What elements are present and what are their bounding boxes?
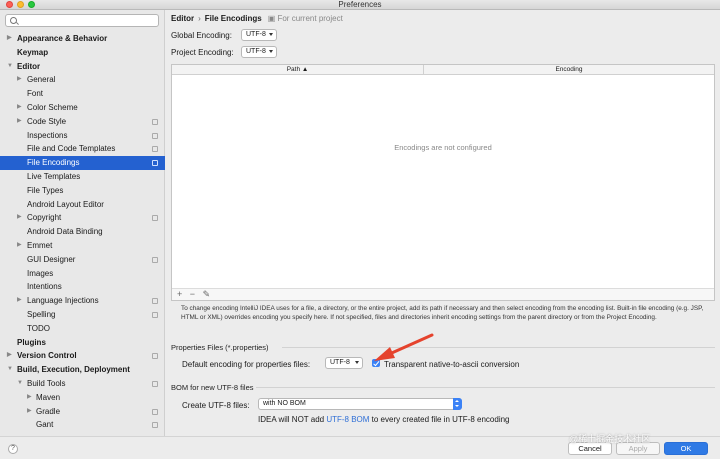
sidebar-item-build-execution-deployment[interactable]: ▼ Build, Execution, Deployment xyxy=(0,363,165,377)
sidebar-item-color-scheme[interactable]: ▶ Color Scheme xyxy=(0,101,165,115)
file-encodings-panel: Editor › File Encodings ▣ For current proje… xyxy=(166,10,720,436)
project-scope-icon xyxy=(152,160,158,167)
sidebar-item-label: Editor xyxy=(17,61,41,71)
expand-right-icon[interactable]: ▶ xyxy=(17,211,22,225)
sidebar-item-label: Android Layout Editor xyxy=(27,199,104,209)
sidebar-item-label: Live Templates xyxy=(27,171,81,181)
sidebar-item-label: Maven xyxy=(36,392,61,402)
sidebar-item-label: File Types xyxy=(27,185,64,195)
sidebar-item-copyright[interactable]: ▶ Copyright xyxy=(0,211,165,225)
expand-right-icon[interactable]: ▶ xyxy=(7,32,12,46)
project-scope-icon xyxy=(152,298,158,305)
sidebar-item-appearance-behavior[interactable]: ▶ Appearance & Behavior xyxy=(0,32,165,46)
sidebar-item-label: GUI Designer xyxy=(27,254,76,264)
sidebar-item-language-injections[interactable]: ▶ Language Injections xyxy=(0,294,165,308)
sidebar-item-font[interactable]: Font xyxy=(0,87,165,101)
search-input[interactable] xyxy=(20,15,156,26)
sidebar-item-label: Gant xyxy=(36,420,54,430)
window-title: Preferences xyxy=(338,0,382,9)
sidebar-item-maven[interactable]: ▶ Maven xyxy=(0,391,165,405)
project-scope-icon xyxy=(152,132,158,139)
expand-right-icon[interactable]: ▶ xyxy=(17,115,22,129)
project-scope-icon xyxy=(152,146,158,153)
sidebar-item-label: Code Style xyxy=(27,116,67,126)
sidebar-item-label: Build Tools xyxy=(27,378,66,388)
sidebar-item-file-types[interactable]: File Types xyxy=(0,184,165,198)
search-icon xyxy=(10,17,17,24)
sidebar-item-live-templates[interactable]: Live Templates xyxy=(0,170,165,184)
sidebar-item-label: Gradle xyxy=(36,406,61,416)
sidebar-item-label: File and Code Templates xyxy=(27,144,116,154)
sidebar-item-gradle[interactable]: ▶ Gradle xyxy=(0,405,165,419)
project-scope-icon xyxy=(152,353,158,360)
sidebar-item-label: Spelling xyxy=(27,309,56,319)
expand-down-icon[interactable]: ▼ xyxy=(17,377,23,391)
title-bar: Preferences xyxy=(0,0,720,10)
sidebar-item-file-and-code-templates[interactable]: File and Code Templates xyxy=(0,142,165,156)
sidebar-item-gui-designer[interactable]: GUI Designer xyxy=(0,253,165,267)
sidebar-item-label: Images xyxy=(27,268,54,278)
sidebar-item-label: File Encodings xyxy=(27,158,80,168)
expand-right-icon[interactable]: ▶ xyxy=(27,405,32,419)
sidebar-item-todo[interactable]: TODO xyxy=(0,322,165,336)
sidebar-item-label: Build, Execution, Deployment xyxy=(17,365,130,375)
expand-right-icon[interactable]: ▶ xyxy=(17,239,22,253)
project-scope-icon xyxy=(152,311,158,318)
sidebar-item-file-encodings[interactable]: File Encodings xyxy=(0,156,165,170)
sidebar-item-intentions[interactable]: Intentions xyxy=(0,280,165,294)
watermark-text: @稀土掘金技术社区 xyxy=(569,434,651,444)
expand-right-icon[interactable]: ▶ xyxy=(17,101,22,115)
expand-right-icon[interactable]: ▶ xyxy=(27,391,32,405)
sidebar-item-label: Emmet xyxy=(27,240,53,250)
sidebar-item-emmet[interactable]: ▶ Emmet xyxy=(0,239,165,253)
sidebar-item-label: Intentions xyxy=(27,282,62,292)
ok-button[interactable]: OK xyxy=(664,442,708,455)
project-scope-icon xyxy=(152,118,158,125)
sidebar-item-label: Copyright xyxy=(27,213,62,223)
help-button[interactable]: ? xyxy=(8,444,18,454)
sidebar-item-code-style[interactable]: ▶ Code Style xyxy=(0,115,165,129)
settings-sidebar: ▶ Appearance & Behavior Keymap ▼ Editor ▶ Gene… xyxy=(0,10,165,436)
sidebar-item-version-control[interactable]: ▶ Version Control xyxy=(0,349,165,363)
sidebar-item-label: Appearance & Behavior xyxy=(17,34,108,43)
project-scope-icon xyxy=(152,408,158,415)
sidebar-item-spelling[interactable]: Spelling xyxy=(0,308,165,322)
sidebar-item-plugins[interactable]: Plugins xyxy=(0,336,165,350)
sidebar-item-build-tools[interactable]: ▼ Build Tools xyxy=(0,377,165,391)
expand-right-icon[interactable]: ▶ xyxy=(17,73,22,87)
sidebar-item-label: Version Control xyxy=(17,351,77,361)
sidebar-item-label: Font xyxy=(27,89,44,99)
annotation-arrow xyxy=(374,333,434,361)
sidebar-item-label: Language Injections xyxy=(27,296,99,306)
project-scope-icon xyxy=(152,422,158,429)
sidebar-item-keymap[interactable]: Keymap xyxy=(0,46,165,60)
expand-down-icon[interactable]: ▼ xyxy=(7,60,13,74)
settings-tree: ▶ Appearance & Behavior Keymap ▼ Editor ▶ Gene… xyxy=(0,32,165,432)
settings-search[interactable] xyxy=(5,14,159,27)
expand-right-icon[interactable]: ▶ xyxy=(17,294,22,308)
sidebar-item-android-layout-editor[interactable]: Android Layout Editor xyxy=(0,198,165,212)
sidebar-item-inspections[interactable]: Inspections xyxy=(0,129,165,143)
sidebar-item-gant[interactable]: Gant xyxy=(0,418,165,432)
project-scope-icon xyxy=(152,380,158,387)
sidebar-item-android-data-binding[interactable]: Android Data Binding xyxy=(0,225,165,239)
sidebar-item-label: Color Scheme xyxy=(27,102,78,112)
expand-right-icon[interactable]: ▶ xyxy=(7,349,12,363)
project-scope-icon xyxy=(152,256,158,263)
sidebar-item-label: Android Data Binding xyxy=(27,227,103,237)
sidebar-item-label: Keymap xyxy=(17,47,49,57)
sidebar-item-label: TODO xyxy=(27,323,50,333)
sidebar-item-editor[interactable]: ▼ Editor xyxy=(0,60,165,74)
project-scope-icon xyxy=(152,215,158,222)
expand-down-icon[interactable]: ▼ xyxy=(7,363,13,377)
sidebar-item-label: Plugins xyxy=(17,337,46,347)
sidebar-item-label: General xyxy=(27,75,56,85)
sidebar-item-images[interactable]: Images xyxy=(0,267,165,281)
sidebar-item-label: Inspections xyxy=(27,130,68,140)
sidebar-item-general[interactable]: ▶ General xyxy=(0,73,165,87)
